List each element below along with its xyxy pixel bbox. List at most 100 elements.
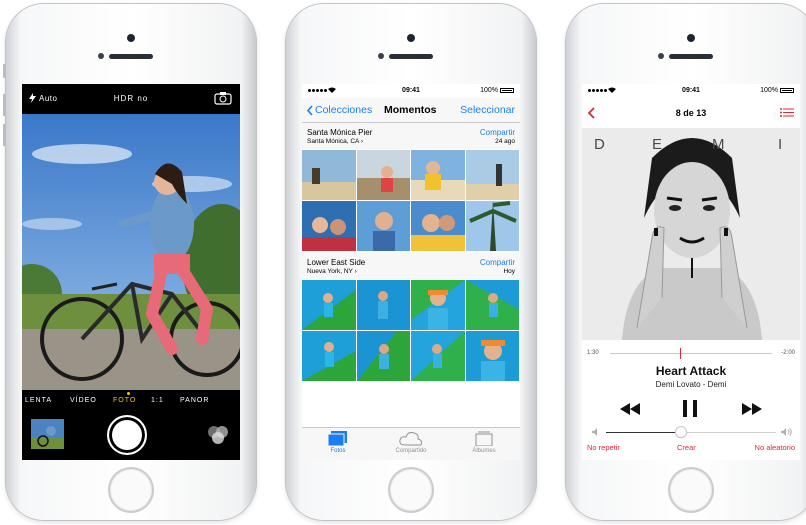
shutter-button[interactable]	[107, 415, 147, 455]
photo-thumbnail[interactable]	[465, 331, 519, 381]
photo-thumbnail[interactable]	[356, 201, 410, 251]
flip-camera-icon	[214, 92, 232, 105]
photos-nav-bar: Colecciones Momentos Seleccionar	[302, 98, 520, 123]
tab-fotos[interactable]: Fotos	[302, 431, 374, 454]
photo-thumbnail[interactable]	[411, 150, 465, 200]
photo-thumbnail[interactable]	[465, 150, 519, 200]
back-to-collections-button[interactable]: Colecciones	[307, 104, 372, 116]
camera-bottom-bar	[22, 410, 240, 460]
album-letter: E	[652, 136, 664, 153]
volume-slider[interactable]	[582, 427, 800, 437]
photo-thumbnail[interactable]	[302, 150, 356, 200]
battery-icon	[780, 88, 794, 93]
photos-screen: 09:41 100% Colecciones Momentos Seleccio…	[302, 84, 520, 460]
shuffle-button[interactable]: No aleatorio	[755, 443, 795, 452]
track-count: 8 de 13	[675, 108, 707, 118]
photo-thumbnail[interactable]	[465, 280, 519, 330]
moment-header-santa-monica[interactable]: Santa Mónica Pier Santa Mónica, CA › Com…	[302, 123, 520, 149]
photo-thumbnail[interactable]	[302, 201, 356, 251]
chevron-right-icon: ›	[360, 138, 364, 145]
photos-tab-bar: Fotos Compartido Álbumes	[302, 427, 520, 460]
volume-low-icon	[592, 428, 597, 436]
flip-camera-button[interactable]	[214, 91, 232, 107]
elapsed-time: 1:30	[587, 350, 599, 356]
photo-thumbnail[interactable]	[356, 280, 410, 330]
tab-compartido[interactable]: Compartido	[375, 431, 447, 454]
last-photo-thumbnail[interactable]	[31, 419, 64, 449]
mode-lenta[interactable]: LENTA	[25, 397, 52, 404]
camera-top-bar: Auto HDR no	[22, 84, 240, 114]
earpiece-speaker	[389, 54, 433, 59]
repeat-button[interactable]: No repetir	[587, 443, 620, 452]
camera-screen: Auto HDR no LENTA VÍDEO FOTO 1:1 PANOR	[22, 84, 240, 460]
select-button[interactable]: Seleccionar	[460, 104, 515, 116]
tab-label: Compartido	[395, 448, 427, 454]
playback-controls	[582, 400, 800, 420]
photos-tab-icon	[328, 431, 347, 446]
photo-thumbnail[interactable]	[302, 331, 356, 381]
battery-percent: 100%	[760, 87, 778, 94]
proximity-sensor	[98, 53, 104, 59]
mode-video[interactable]: VÍDEO	[70, 397, 97, 404]
photo-thumbnail[interactable]	[356, 331, 410, 381]
thumbnail-image	[31, 419, 64, 449]
home-button[interactable]	[110, 469, 152, 511]
filters-button[interactable]	[206, 424, 230, 446]
volume-high-icon	[781, 428, 792, 436]
battery-status: 100%	[480, 87, 514, 94]
moment-header-lower-east-side[interactable]: Lower East Side Nueva York, NY › Compart…	[302, 253, 520, 279]
photo-thumbnail[interactable]	[411, 331, 465, 381]
photo-thumbnail[interactable]	[411, 280, 465, 330]
moment-location: Nueva York, NY ›	[307, 268, 357, 275]
viewfinder-photo-woman-on-bicycle	[22, 114, 240, 390]
moment-location: Santa Mónica, CA ›	[307, 138, 364, 145]
share-moment-button[interactable]: Compartir	[480, 128, 515, 137]
create-button[interactable]: Crear	[677, 443, 696, 452]
photo-thumbnail[interactable]	[302, 280, 356, 330]
volume-fill	[606, 432, 681, 433]
earpiece-speaker	[109, 54, 153, 59]
camera-viewfinder[interactable]	[22, 114, 240, 390]
earpiece-speaker	[669, 54, 713, 59]
scrubber-playhead[interactable]	[679, 348, 681, 359]
tab-albumes[interactable]: Álbumes	[448, 431, 520, 454]
pause-icon[interactable]	[683, 400, 697, 417]
music-screen: 09:41 100% 8 de 13 D E M I 1:30 -2:00 He…	[582, 84, 800, 460]
album-artwork[interactable]: D E M I	[582, 128, 800, 340]
moment-place: Lower East Side	[307, 258, 366, 267]
front-camera	[127, 34, 135, 42]
volume-down-button	[3, 124, 6, 146]
status-bar: 09:41 100%	[302, 84, 520, 98]
photo-thumbnail[interactable]	[411, 201, 465, 251]
hdr-toggle[interactable]: HDR no	[22, 94, 240, 103]
album-letter: D	[594, 136, 606, 153]
artist-album: Demi Lovato - Demi	[655, 380, 727, 389]
battery-icon	[500, 88, 514, 93]
camera-mode-selector[interactable]: LENTA VÍDEO FOTO 1:1 PANOR	[22, 390, 240, 410]
cloud-icon	[399, 432, 423, 446]
track-list-button[interactable]	[780, 108, 794, 119]
album-cover-portrait	[582, 128, 800, 340]
next-track-icon[interactable]	[742, 403, 762, 415]
playback-scrubber[interactable]: 1:30 -2:00	[582, 345, 800, 359]
proximity-sensor	[658, 53, 664, 59]
battery-status: 100%	[760, 87, 794, 94]
scrubber-track	[610, 353, 772, 354]
mode-foto[interactable]: FOTO	[113, 397, 136, 404]
moment-place: Santa Mónica Pier	[307, 128, 373, 137]
iphone-music: 09:41 100% 8 de 13 D E M I 1:30 -2:00 He…	[566, 4, 806, 520]
remaining-time: -2:00	[781, 350, 795, 356]
front-camera	[687, 34, 695, 42]
tab-label: Fotos	[330, 448, 346, 454]
mode-panorama[interactable]: PANOR	[180, 397, 209, 404]
previous-track-icon[interactable]	[620, 403, 640, 415]
photo-thumbnail[interactable]	[465, 201, 519, 251]
home-button[interactable]	[670, 469, 712, 511]
tab-label: Álbumes	[472, 448, 496, 454]
photo-thumbnail[interactable]	[356, 150, 410, 200]
home-button[interactable]	[390, 469, 432, 511]
share-moment-button[interactable]: Compartir	[480, 258, 515, 267]
mode-square[interactable]: 1:1	[151, 397, 164, 404]
volume-knob[interactable]	[675, 427, 686, 437]
back-label: Colecciones	[315, 104, 373, 116]
